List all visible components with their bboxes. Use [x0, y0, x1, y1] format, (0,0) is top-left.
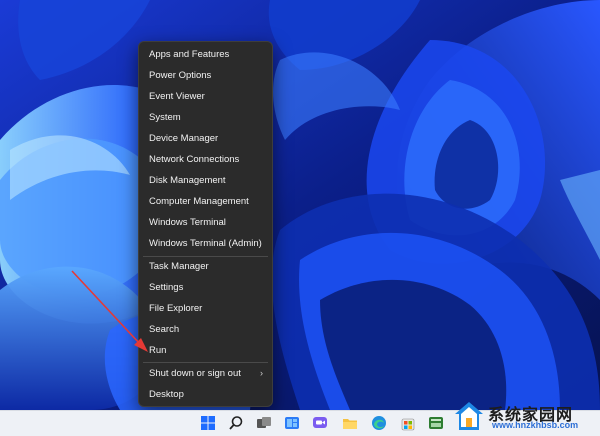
menu-item-settings[interactable]: Settings: [139, 277, 272, 298]
menu-item-label: File Explorer: [149, 303, 203, 314]
start-icon[interactable]: [200, 415, 216, 431]
menu-item-label: Windows Terminal: [149, 217, 226, 228]
menu-item-label: Windows Terminal (Admin): [149, 238, 262, 249]
menu-item-task-manager[interactable]: Task Manager: [139, 256, 272, 277]
menu-item-search[interactable]: Search: [139, 319, 272, 340]
menu-item-label: Shut down or sign out: [149, 368, 241, 379]
menu-item-label: Power Options: [149, 70, 212, 81]
menu-item-windows-terminal-admin[interactable]: Windows Terminal (Admin): [139, 233, 272, 254]
house-logo-icon: [455, 402, 483, 430]
chevron-right-icon: ›: [260, 368, 263, 378]
menu-item-power-options[interactable]: Power Options: [139, 65, 272, 86]
menu-item-label: Task Manager: [149, 261, 209, 272]
menu-item-network-connections[interactable]: Network Connections: [139, 149, 272, 170]
menu-item-apps-and-features[interactable]: Apps and Features: [139, 44, 272, 65]
edge-icon[interactable]: [371, 415, 387, 431]
menu-item-label: Run: [149, 345, 167, 356]
menu-item-label: Event Viewer: [149, 91, 205, 102]
menu-item-label: Desktop: [149, 389, 184, 400]
menu-item-computer-management[interactable]: Computer Management: [139, 191, 272, 212]
menu-item-label: Device Manager: [149, 133, 219, 144]
menu-item-label: Network Connections: [149, 154, 240, 165]
menu-item-desktop[interactable]: Desktop: [139, 384, 272, 405]
app-icon[interactable]: [428, 415, 444, 431]
menu-item-event-viewer[interactable]: Event Viewer: [139, 86, 272, 107]
watermark: 系统家园网 www.hnzkhbsb.com: [450, 398, 598, 434]
search-icon[interactable]: [228, 415, 244, 431]
task-view-icon[interactable]: [256, 415, 272, 431]
menu-item-label: Apps and Features: [149, 49, 230, 60]
menu-item-system[interactable]: System: [139, 107, 272, 128]
menu-item-label: Computer Management: [149, 196, 249, 207]
menu-item-file-explorer[interactable]: File Explorer: [139, 298, 272, 319]
widgets-icon[interactable]: [284, 415, 300, 431]
desktop-wallpaper: [0, 0, 600, 410]
menu-item-windows-terminal[interactable]: Windows Terminal: [139, 212, 272, 233]
menu-item-disk-management[interactable]: Disk Management: [139, 170, 272, 191]
menu-item-label: Disk Management: [149, 175, 226, 186]
menu-item-device-manager[interactable]: Device Manager: [139, 128, 272, 149]
menu-item-run[interactable]: Run: [139, 340, 272, 361]
menu-item-label: Settings: [149, 282, 184, 293]
menu-item-label: Search: [149, 324, 180, 335]
winx-context-menu: Apps and Features Power Options Event Vi…: [138, 41, 273, 407]
menu-item-shut-down-or-sign-out[interactable]: Shut down or sign out ›: [139, 363, 272, 384]
chat-icon[interactable]: [312, 415, 328, 431]
file-explorer-icon[interactable]: [342, 415, 358, 431]
menu-item-label: System: [149, 112, 181, 123]
watermark-url: www.hnzkhbsb.com: [492, 420, 579, 430]
store-icon[interactable]: [400, 415, 416, 431]
